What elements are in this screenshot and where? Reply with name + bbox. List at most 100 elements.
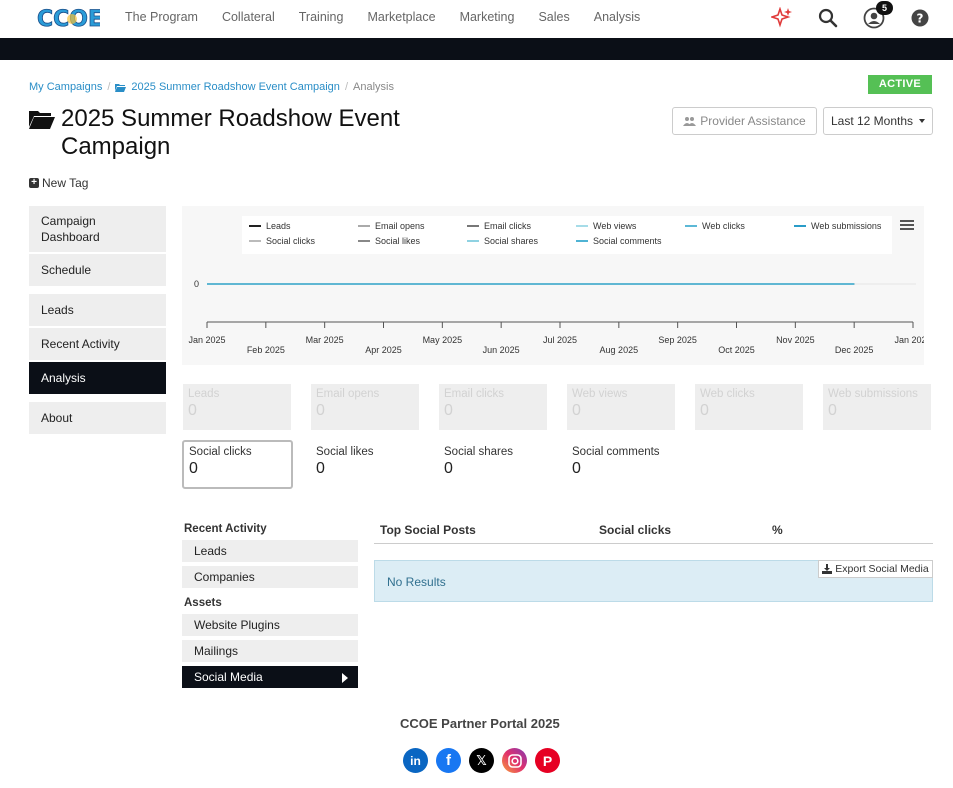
legend-label: Web views (593, 221, 637, 231)
metric-tile-web-clicks: Web clicks 0 (695, 384, 803, 430)
legend-label: Web clicks (702, 221, 745, 231)
user-account-icon[interactable]: 5 (861, 1, 893, 30)
campaign-sidebar: Campaign Dashboard Schedule Leads Recent… (29, 206, 166, 436)
breadcrumb-my-campaigns[interactable]: My Campaigns (29, 81, 102, 93)
legend-item[interactable]: Email opens (358, 221, 425, 231)
nav-the-program[interactable]: The Program (125, 10, 198, 24)
export-icon (822, 564, 833, 574)
nav-marketplace[interactable]: Marketplace (367, 10, 435, 24)
metric-tile-social-comments[interactable]: Social comments 0 (567, 442, 675, 488)
metric-value: 0 (572, 460, 581, 477)
no-results-text: No Results (387, 575, 446, 589)
legend-label: Email clicks (484, 221, 532, 231)
metric-label: Social shares (444, 446, 514, 458)
breadcrumb-campaign[interactable]: 2025 Summer Roadshow Event Campaign (131, 81, 340, 93)
x-tick-label: Oct 2025 (718, 345, 755, 355)
column-header-percent[interactable]: % (772, 523, 783, 537)
breadcrumb-separator: / (344, 81, 348, 93)
sidebar-item-recent-activity[interactable]: Recent Activity (29, 328, 166, 360)
caret-down-icon (919, 119, 926, 123)
metric-tile-social-clicks[interactable]: Social clicks 0 (182, 440, 293, 489)
sidebar-item-campaign-dashboard[interactable]: Campaign Dashboard (29, 206, 166, 252)
legend-item[interactable]: Web views (576, 221, 636, 231)
sidebar-item-leads[interactable]: Leads (29, 294, 166, 326)
social-posts-table-header: Top Social Posts Social clicks % (374, 518, 933, 544)
sidebar-item-about[interactable]: About (29, 402, 166, 434)
legend-label: Leads (266, 221, 291, 231)
metric-tile-web-submissions: Web submissions 0 (823, 384, 931, 430)
nav-sales[interactable]: Sales (538, 10, 569, 24)
metric-value: 0 (828, 402, 837, 419)
top-navbar: CCOE The Program Collateral Training Mar… (0, 0, 953, 37)
sidebar-item-analysis[interactable]: Analysis (29, 362, 166, 394)
legend-item[interactable]: Social clicks (249, 236, 315, 246)
legend-item[interactable]: Social likes (358, 236, 420, 246)
x-icon[interactable]: 𝕏 (469, 748, 494, 773)
export-label: Export Social Media (835, 563, 929, 575)
metric-label: Social likes (316, 446, 374, 458)
provider-assistance-button[interactable]: Provider Assistance (672, 107, 817, 135)
new-tag-label: New Tag (42, 176, 89, 190)
subnav-item-website-plugins[interactable]: Website Plugins (182, 614, 358, 636)
search-icon[interactable] (815, 6, 841, 30)
legend-label: Social likes (375, 236, 421, 246)
nav-training[interactable]: Training (299, 10, 344, 24)
metric-label: Web views (572, 388, 628, 400)
subnav-item-leads[interactable]: Leads (182, 540, 358, 562)
legend-swatch (467, 240, 479, 242)
header-bar (0, 38, 953, 60)
sparkle-icon[interactable] (769, 6, 795, 30)
metric-label: Social clicks (189, 446, 252, 458)
metric-value: 0 (188, 402, 197, 419)
export-social-media-button[interactable]: Export Social Media (818, 560, 933, 578)
sidebar-item-label: Leads (41, 303, 74, 317)
x-tick-label: Apr 2025 (365, 345, 402, 355)
ccoe-logo[interactable]: CCOE (36, 3, 104, 33)
nav-analysis[interactable]: Analysis (594, 10, 641, 24)
legend-item[interactable]: Email clicks (467, 221, 531, 231)
instagram-icon[interactable] (502, 748, 527, 773)
x-tick-label: Jan 2026 (894, 335, 924, 345)
recent-activity-header: Recent Activity (184, 523, 267, 535)
legend-item[interactable]: Social comments (576, 236, 662, 246)
x-tick-label: Nov 2025 (776, 335, 815, 345)
chart-menu-icon[interactable] (900, 220, 914, 232)
metric-tile-social-shares[interactable]: Social shares 0 (439, 442, 547, 488)
metric-label: Leads (188, 388, 220, 400)
subnav-item-mailings[interactable]: Mailings (182, 640, 358, 662)
analysis-chart: 0 Jan 2025 Feb 2025 Mar 2025 Apr 2025 May 202… (182, 206, 924, 365)
legend-swatch (358, 225, 370, 227)
chart-legend: Leads Email opens Email clicks Web views Web… (242, 216, 892, 254)
nav-collateral[interactable]: Collateral (222, 10, 275, 24)
facebook-icon[interactable]: f (436, 748, 461, 773)
legend-label: Web submissions (811, 221, 882, 231)
legend-label: Social shares (484, 236, 539, 246)
legend-label: Email opens (375, 221, 425, 231)
linkedin-icon[interactable]: in (403, 748, 428, 773)
breadcrumb: My Campaigns / 2025 Summer Roadshow Even… (29, 81, 394, 93)
metric-tile-email-clicks: Email clicks 0 (439, 384, 547, 430)
legend-item[interactable]: Social shares (467, 236, 538, 246)
nav-marketing[interactable]: Marketing (460, 10, 515, 24)
legend-item[interactable]: Web submissions (794, 221, 881, 231)
period-dropdown[interactable]: Last 12 Months (823, 107, 933, 135)
metric-tile-social-likes[interactable]: Social likes 0 (311, 442, 419, 488)
new-tag-button[interactable]: + New Tag (29, 176, 88, 190)
period-label: Last 12 Months (830, 114, 914, 128)
x-tick-label: Jun 2025 (483, 345, 520, 355)
legend-swatch (467, 225, 479, 227)
breadcrumb-separator: / (107, 81, 111, 93)
svg-text:?: ? (917, 12, 924, 26)
sidebar-item-schedule[interactable]: Schedule (29, 254, 166, 286)
column-header-social-clicks[interactable]: Social clicks (599, 523, 671, 537)
legend-item[interactable]: Leads (249, 221, 291, 231)
pinterest-icon[interactable]: P (535, 748, 560, 773)
legend-item[interactable]: Web clicks (685, 221, 745, 231)
caret-right-icon (342, 673, 348, 683)
x-tick-label: Dec 2025 (835, 345, 874, 355)
subnav-item-social-media[interactable]: Social Media (182, 666, 358, 688)
metric-value: 0 (444, 460, 453, 477)
column-header-top-social-posts[interactable]: Top Social Posts (380, 523, 476, 537)
help-icon[interactable]: ? (907, 6, 933, 30)
subnav-item-companies[interactable]: Companies (182, 566, 358, 588)
